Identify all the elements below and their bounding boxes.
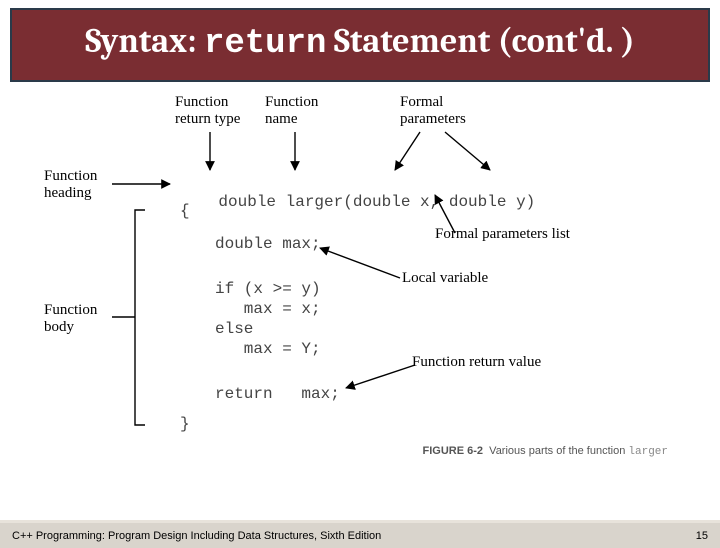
label-function-heading: Functionheading — [44, 168, 97, 203]
code-local-decl: double max; — [215, 235, 321, 253]
title-post: Statement (cont'd. ) — [326, 21, 634, 61]
label-function-name: Functionname — [265, 94, 318, 129]
title-pre: Syntax: — [85, 21, 204, 61]
footer-bar: C++ Programming: Program Design Includin… — [0, 520, 720, 548]
code-return: return max; — [215, 385, 340, 403]
code-brace-close: } — [180, 415, 190, 433]
title-mono: return — [204, 25, 326, 63]
code-if-body: max = x; — [215, 300, 321, 318]
code-if: if (x >= y) — [215, 280, 321, 298]
label-formal-parameters: Formalparameters — [400, 94, 466, 129]
code-signature: double larger(double x, double y) — [180, 175, 535, 230]
label-function-body: Functionbody — [44, 302, 97, 337]
code-else: else — [215, 320, 253, 338]
label-return-value: Function return value — [412, 354, 541, 371]
slide-title: Syntax: return Statement (cont'd. ) — [28, 20, 692, 66]
label-return-type: Functionreturn type — [175, 94, 240, 129]
arrows-svg — [40, 90, 680, 460]
label-local-variable: Local variable — [402, 270, 488, 287]
slide-title-bar: Syntax: return Statement (cont'd. ) — [10, 8, 710, 82]
code-brace-open: { — [180, 202, 190, 220]
function-diagram: Functionreturn type Functionname Formalp… — [40, 90, 680, 460]
figure-caption: FIGURE 6-2 Various parts of the function… — [423, 445, 668, 458]
code-else-body: max = Y; — [215, 340, 321, 358]
